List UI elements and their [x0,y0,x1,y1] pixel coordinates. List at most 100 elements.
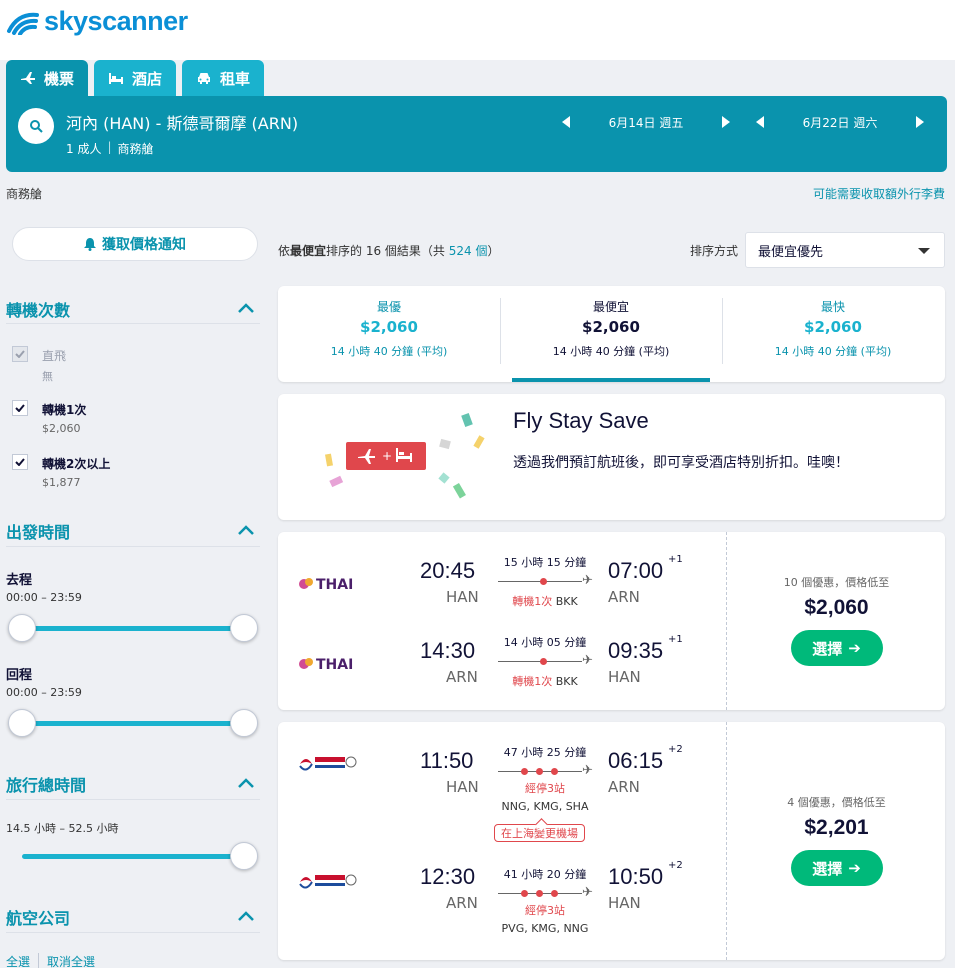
return-slider-min-handle[interactable] [8,709,36,737]
checkmark-icon [15,458,25,466]
brand-name: skyscanner [44,6,188,36]
arrival-time: 07:00 [608,558,664,583]
stop-dot [551,768,558,775]
times-filter-title[interactable]: 出發時間 [6,519,70,543]
select-all-link[interactable]: 全選 [6,953,30,968]
skyscanner-logo[interactable]: skyscanner [6,6,188,37]
sort-tab-fastest[interactable]: 最快 $2,060 14 小時 40 分鐘 (平均) [722,298,944,359]
chevron-right-icon [916,116,924,128]
active-tab-indicator [512,378,710,382]
stop-dot [521,768,528,775]
stop-dot [536,890,543,897]
outbound-leg: THAI 20:45 HAN 15 小時 15 分鐘 ✈ 轉機1次 BKK 07… [278,544,718,624]
chevron-up-icon[interactable] [238,525,254,535]
checkbox-direct[interactable] [12,346,28,362]
deselect-all-link[interactable]: 取消全選 [47,953,95,968]
price-panel: 4 個優惠，價格低至 $2,201 選擇 ➔ [728,794,945,886]
passenger-cabin-info[interactable]: 1 成人 | 商務艙 [66,140,154,157]
stop-option-price: 無 [42,370,53,383]
return-next-button[interactable] [910,112,930,132]
skyscanner-logo-icon [7,12,39,35]
select-button[interactable]: 選擇 ➔ [790,850,883,886]
sort-tab-duration: 14 小時 40 分鐘 (平均) [330,345,448,358]
stop-dot [540,658,547,665]
stops-count: 轉機1次 [512,675,553,688]
outbound-slider-track[interactable] [22,626,244,631]
departure-time: 20:45 [420,558,476,583]
divider [6,323,260,324]
sort-value: 最便宜優先 [758,244,824,260]
sort-tab-cheapest[interactable]: 最便宜 $2,060 14 小時 40 分鐘 (平均) [500,298,722,359]
arrival-time: 06:15 [608,748,664,773]
duration-filter-title[interactable]: 旅行總時間 [6,772,86,796]
chevron-right-icon [722,116,730,128]
chevron-down-icon [918,248,930,254]
chevron-up-icon[interactable] [238,911,254,921]
flight-duration: 15 小時 15 分鐘 [503,556,587,569]
search-button[interactable] [18,108,54,144]
deals-count: 4 個優惠，價格低至 [787,796,886,809]
plane-icon [21,72,35,84]
results-total[interactable]: 524 個 [449,244,488,258]
bell-icon [84,238,96,251]
sort-tab-label: 最優 [376,300,401,314]
stop-dot [536,768,543,775]
outbound-range: 00:00 – 23:59 [6,591,82,604]
checkbox-one-stop[interactable] [12,400,28,416]
chevron-up-icon[interactable] [238,303,254,313]
stop-dot [521,890,528,897]
sort-label: 排序方式 [690,244,739,258]
airlines-filter-title[interactable]: 航空公司 [6,905,70,929]
search-summary-bar[interactable]: 河內 (HAN) - 斯德哥爾摩 (ARN) 1 成人 | 商務艙 6月14日 … [6,96,947,172]
fly-stay-save-promo[interactable]: + Fly Stay Save 透過我們預訂航班後，即可享受酒店特別折扣。哇噢！ [278,394,945,520]
sort-select[interactable]: 最便宜優先 [745,232,945,268]
flight-result-card[interactable]: 11:50 HAN 47 小時 25 分鐘 ✈ 經停3站 NNG, KMG, S… [278,722,945,960]
tab-flights[interactable]: 機票 [6,60,89,96]
sort-tab-duration: 14 小時 40 分鐘 (平均) [552,345,670,358]
return-prev-button[interactable] [750,112,770,132]
duration-slider-track[interactable] [22,854,244,859]
departure-airport: ARN [446,894,478,912]
card-divider [726,722,727,960]
select-button[interactable]: 選擇 ➔ [790,630,883,666]
arrival-airport: HAN [608,894,641,912]
duration-slider-handle[interactable] [230,842,258,870]
checkmark-icon [15,404,25,412]
plane-icon: ✈ [582,885,593,900]
return-date[interactable]: 6月22日 週六 [770,114,910,131]
chevron-up-icon[interactable] [238,778,254,788]
tab-hotels[interactable]: 酒店 [94,60,177,96]
route-text[interactable]: 河內 (HAN) - 斯德哥爾摩 (ARN) [66,110,298,134]
return-slider-max-handle[interactable] [230,709,258,737]
stop-dot [551,890,558,897]
return-leg: THAI 14:30 ARN 14 小時 05 分鐘 ✈ 轉機1次 BKK 09… [278,624,718,704]
baggage-fee-link[interactable]: 可能需要收取額外行李費 [813,185,945,202]
tab-cars[interactable]: 租車 [182,60,265,96]
checkbox-two-plus-stops[interactable] [12,454,28,470]
car-icon [198,73,211,84]
arrow-right-icon: ➔ [848,639,861,657]
via-airport: BKK [555,675,578,688]
stops-info: 轉機1次 BKK [498,593,592,609]
return-slider-track[interactable] [22,721,244,726]
departure-time: 14:30 [420,638,476,663]
outbound-slider-max-handle[interactable] [230,614,258,642]
depart-date[interactable]: 6月14日 週五 [576,114,716,131]
promo-title: Fly Stay Save [513,408,649,433]
day-offset: +1 [668,634,683,645]
passenger-count: 1 成人 [66,142,102,156]
stop-airports: PVG, KMG, NNG [501,922,589,935]
price-panel: 10 個優惠，價格低至 $2,060 選擇 ➔ [728,574,945,666]
depart-prev-button[interactable] [556,112,576,132]
depart-next-button[interactable] [716,112,736,132]
flight-result-card[interactable]: THAI 20:45 HAN 15 小時 15 分鐘 ✈ 轉機1次 BKK 07… [278,532,945,710]
outbound-slider-min-handle[interactable] [8,614,36,642]
price-alert-button[interactable]: 獲取價格通知 [12,227,258,261]
promo-text: 透過我們預訂航班後，即可享受酒店特別折扣。哇噢！ [513,455,849,471]
sort-tab-best[interactable]: 最優 $2,060 14 小時 40 分鐘 (平均) [278,298,500,359]
fly-stay-save-illustration: + [325,412,485,499]
separator [38,953,40,968]
airline-select-links: 全選 取消全選 [6,953,95,968]
plane-icon: ✈ [582,573,593,588]
stops-filter-title[interactable]: 轉機次數 [6,297,70,321]
